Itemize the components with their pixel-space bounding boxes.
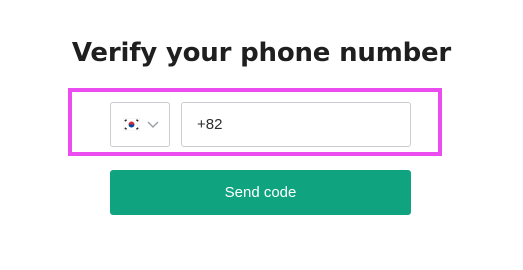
page-title: Verify your phone number [71,38,452,68]
verify-phone-page: Verify your phone number Send code [0,0,523,270]
country-code-select[interactable] [110,102,170,147]
chevron-down-icon [147,121,159,128]
south-korea-flag-icon [123,118,140,131]
phone-number-input[interactable] [181,102,411,147]
send-code-button[interactable]: Send code [110,170,411,215]
